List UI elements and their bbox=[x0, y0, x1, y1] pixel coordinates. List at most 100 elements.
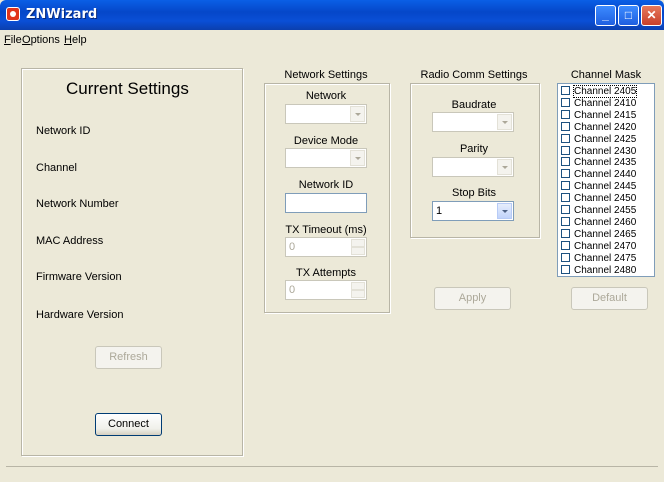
checkbox-icon[interactable] bbox=[561, 97, 570, 107]
status-bar bbox=[6, 466, 658, 482]
channel-label: Channel 2410 bbox=[574, 97, 637, 109]
channel-label: Channel 2430 bbox=[574, 145, 637, 157]
chevron-down-icon bbox=[497, 159, 512, 175]
channel-item[interactable]: Channel 2410 bbox=[561, 97, 637, 109]
checkbox-icon[interactable] bbox=[561, 169, 570, 179]
channel-item[interactable]: Channel 2465 bbox=[561, 228, 637, 240]
channel-mask-list[interactable]: Channel 2405 Channel 2410 Channel 2415 Chan… bbox=[557, 83, 655, 277]
channel-label: Channel 2425 bbox=[574, 133, 637, 145]
network-id-label: Network ID bbox=[298, 179, 354, 191]
channel-item[interactable]: Channel 2415 bbox=[561, 109, 637, 121]
spin-down-icon[interactable] bbox=[351, 290, 365, 298]
channel-label: Channel 2440 bbox=[574, 169, 637, 181]
channel-label: Channel 2455 bbox=[574, 205, 637, 216]
checkbox-icon[interactable] bbox=[561, 240, 570, 250]
apply-button[interactable]: Apply bbox=[434, 287, 511, 310]
menu-help[interactable]: Help bbox=[64, 34, 87, 46]
channel-item[interactable]: Channel 2480 bbox=[561, 264, 637, 276]
default-button[interactable]: Default bbox=[571, 287, 648, 310]
channel-item[interactable]: Channel 2450 bbox=[561, 193, 636, 204]
menu-options[interactable]: Options bbox=[22, 34, 60, 46]
menu-file[interactable]: File bbox=[4, 34, 22, 46]
checkbox-icon[interactable] bbox=[561, 145, 570, 155]
minimize-button[interactable]: _ bbox=[595, 5, 616, 26]
checkbox-icon[interactable] bbox=[561, 264, 570, 274]
tx-timeout-label: TX Timeout (ms) bbox=[285, 224, 367, 236]
tx-timeout-value: 0 bbox=[289, 241, 296, 253]
label-firmware-version: Firmware Version bbox=[36, 271, 122, 283]
chevron-down-icon bbox=[350, 106, 365, 122]
tx-attempts-spinner[interactable]: 0 bbox=[285, 280, 367, 300]
channel-item[interactable]: Channel 2425 bbox=[561, 133, 637, 145]
label-network-number: Network Number bbox=[36, 198, 119, 210]
channel-label: Channel 2435 bbox=[574, 157, 637, 169]
channel-label: Channel 2480 bbox=[574, 264, 637, 276]
chevron-down-icon bbox=[497, 203, 512, 219]
channel-label: Channel 2415 bbox=[574, 109, 637, 121]
maximize-button[interactable]: □ bbox=[618, 5, 639, 26]
channel-item[interactable]: Channel 2460 bbox=[561, 216, 637, 228]
channel-item[interactable]: Channel 2470 bbox=[561, 240, 637, 252]
tx-timeout-spinner[interactable]: 0 bbox=[285, 237, 367, 257]
channel-item[interactable]: Channel 2430 bbox=[561, 145, 637, 157]
channel-item[interactable]: Channel 2440 bbox=[561, 169, 636, 180]
channel-mask-title: Channel Mask bbox=[570, 69, 642, 81]
channel-label: Channel 2460 bbox=[574, 216, 637, 228]
checkbox-icon[interactable] bbox=[561, 252, 570, 262]
checkbox-icon[interactable] bbox=[561, 228, 570, 238]
checkbox-icon[interactable] bbox=[561, 205, 570, 214]
channel-label: Channel 2470 bbox=[574, 240, 637, 252]
menu-bar: File Options Help bbox=[0, 30, 664, 50]
checkbox-icon[interactable] bbox=[561, 193, 570, 203]
label-mac-address: MAC Address bbox=[36, 235, 104, 247]
radio-comm-title: Radio Comm Settings bbox=[420, 69, 528, 81]
network-select[interactable] bbox=[285, 104, 367, 124]
close-button[interactable]: ✕ bbox=[641, 5, 662, 26]
channel-label: Channel 2465 bbox=[574, 228, 637, 240]
spin-down-icon[interactable] bbox=[351, 247, 365, 255]
channel-label: Channel 2405 bbox=[572, 85, 638, 98]
parity-select[interactable] bbox=[432, 157, 514, 177]
connect-button[interactable]: Connect bbox=[95, 413, 162, 436]
refresh-button[interactable]: Refresh bbox=[95, 346, 162, 369]
channel-item[interactable]: Channel 2420 bbox=[561, 121, 637, 133]
network-id-input[interactable] bbox=[285, 193, 367, 213]
checkbox-icon[interactable] bbox=[561, 86, 570, 95]
channel-item[interactable]: Channel 2405 bbox=[561, 85, 638, 98]
channel-item[interactable]: Channel 2475 bbox=[561, 252, 637, 264]
checkbox-icon[interactable] bbox=[561, 121, 570, 131]
label-hardware-version: Hardware Version bbox=[36, 309, 124, 321]
channel-item[interactable]: Channel 2455 bbox=[561, 205, 636, 216]
baudrate-select[interactable] bbox=[432, 112, 514, 132]
channel-label: Channel 2450 bbox=[574, 193, 637, 205]
current-settings-title: Current Settings bbox=[66, 79, 189, 98]
checkbox-icon[interactable] bbox=[561, 181, 570, 191]
checkbox-icon[interactable] bbox=[561, 109, 570, 119]
parity-label: Parity bbox=[459, 143, 489, 155]
chevron-down-icon bbox=[350, 150, 365, 166]
tx-attempts-label: TX Attempts bbox=[296, 267, 356, 279]
channel-label: Channel 2420 bbox=[574, 121, 637, 133]
network-label: Network bbox=[305, 90, 347, 102]
label-network-id: Network ID bbox=[36, 125, 91, 137]
spin-up-icon[interactable] bbox=[351, 282, 365, 290]
stop-bits-select[interactable]: 1 bbox=[432, 201, 514, 221]
chevron-down-icon bbox=[497, 114, 512, 130]
channel-item[interactable]: Channel 2445 bbox=[561, 181, 636, 192]
checkbox-icon[interactable] bbox=[561, 216, 570, 226]
checkbox-icon[interactable] bbox=[561, 157, 570, 167]
app-icon bbox=[6, 7, 20, 21]
device-mode-select[interactable] bbox=[285, 148, 367, 168]
stop-bits-value: 1 bbox=[436, 205, 443, 217]
stop-bits-label: Stop Bits bbox=[451, 187, 497, 199]
window-title: ZNWizard bbox=[26, 7, 98, 22]
checkbox-icon[interactable] bbox=[561, 133, 570, 143]
channel-label: Channel 2475 bbox=[574, 252, 637, 264]
label-channel: Channel bbox=[36, 162, 77, 174]
network-settings-title: Network Settings bbox=[284, 69, 368, 81]
spin-up-icon[interactable] bbox=[351, 239, 365, 247]
title-bar: ZNWizard _ □ ✕ bbox=[0, 0, 664, 30]
device-mode-label: Device Mode bbox=[293, 135, 359, 147]
tx-attempts-value: 0 bbox=[289, 284, 296, 296]
channel-item[interactable]: Channel 2435 bbox=[561, 157, 636, 168]
